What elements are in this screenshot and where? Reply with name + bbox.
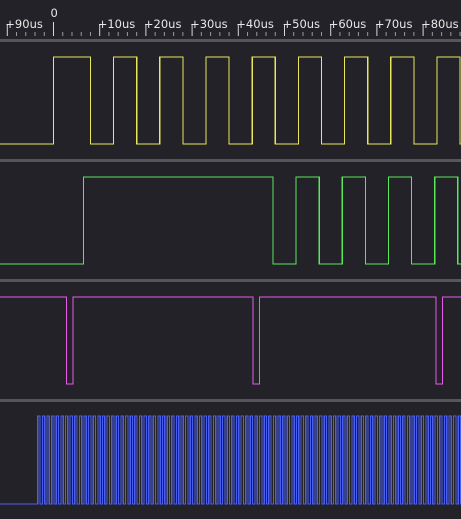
channel-separator[interactable]: [0, 399, 461, 402]
waveform-ch1[interactable]: [0, 56, 461, 145]
channel-separator[interactable]: [0, 159, 461, 162]
channel-separator[interactable]: [0, 39, 461, 42]
waveform-ch2[interactable]: [0, 176, 461, 265]
channel-separator[interactable]: [0, 279, 461, 282]
waveform-area[interactable]: [0, 0, 461, 519]
logic-analyzer-view: +90us 0 +10us +20us +30us +40us +50us +60us +70u…: [0, 0, 461, 519]
waveform-ch4[interactable]: [0, 415, 461, 505]
waveform-ch3[interactable]: [0, 296, 461, 385]
